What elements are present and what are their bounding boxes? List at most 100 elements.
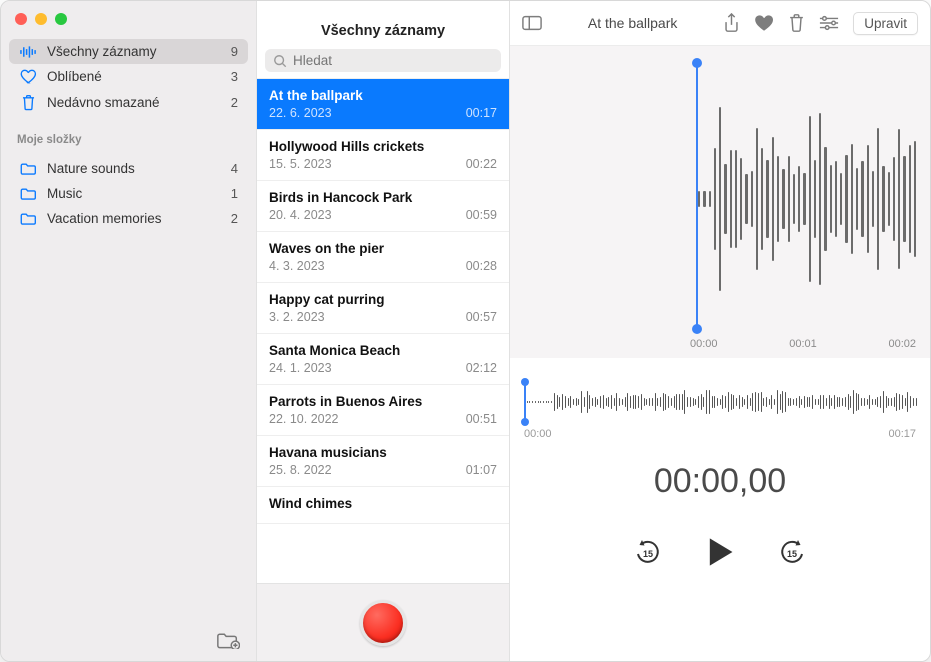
recording-duration: 00:59 (466, 208, 497, 222)
detail-toolbar: At the ballpark Upravit (510, 1, 930, 46)
overview-time-labels: 00:00 00:17 (524, 428, 916, 440)
sidebar-item-label: Všechny záznamy (47, 44, 157, 59)
recording-duration: 00:51 (466, 412, 497, 426)
recording-row[interactable]: Santa Monica Beach 24. 1. 2023 02:12 (257, 334, 509, 385)
folder-icon (19, 187, 37, 201)
ruler-tick: 00:01 (789, 338, 817, 358)
recording-duration: 00:28 (466, 259, 497, 273)
sidebar-item-trash[interactable]: Nedávno smazané 2 (9, 89, 248, 116)
edit-button[interactable]: Upravit (853, 12, 918, 35)
toggle-sidebar-button[interactable] (522, 12, 542, 34)
sidebar-smart-folders: Všechny záznamy 9 Oblíbené 3 Nedávno sma… (1, 33, 256, 122)
recording-row[interactable]: Hollywood Hills crickets 15. 5. 2023 00:… (257, 130, 509, 181)
recording-row[interactable]: At the ballpark 22. 6. 2023 00:17 (257, 78, 509, 130)
recording-duration: 01:07 (466, 463, 497, 477)
recording-title: Havana musicians (269, 445, 497, 460)
detail-pane: At the ballpark Upravit (509, 1, 930, 661)
sidebar-section-header: Moje složky (1, 122, 256, 150)
window-zoom-button[interactable] (55, 13, 67, 25)
waveform-icon (19, 45, 37, 59)
recording-row[interactable]: Wind chimes (257, 487, 509, 524)
recordings-header: Všechny záznamy (257, 1, 509, 49)
recording-row[interactable]: Havana musicians 25. 8. 2022 01:07 (257, 436, 509, 487)
sidebar-folder-item[interactable]: Music 1 (9, 181, 248, 206)
search-field[interactable] (265, 49, 501, 72)
folder-icon (19, 212, 37, 226)
sidebar-item-count: 2 (231, 95, 238, 110)
sidebar-item-count: 1 (231, 186, 238, 201)
overview-end-time: 00:17 (888, 428, 916, 440)
skip-forward-value: 15 (777, 540, 807, 567)
trash-icon (19, 94, 37, 111)
recording-title: Parrots in Buenos Aires (269, 394, 497, 409)
sidebar-item-count: 4 (231, 161, 238, 176)
recording-title: At the ballpark (269, 88, 497, 103)
sidebar-item-label: Vacation memories (47, 211, 162, 226)
detail-title: At the ballpark (554, 15, 711, 31)
window-minimize-button[interactable] (35, 13, 47, 25)
sidebar-item-all[interactable]: Všechny záznamy 9 (9, 39, 248, 64)
recording-duration: 00:57 (466, 310, 497, 324)
search-input[interactable] (293, 53, 493, 68)
recording-title: Birds in Hancock Park (269, 190, 497, 205)
recording-date: 22. 10. 2022 (269, 412, 339, 426)
waveform-overview[interactable] (524, 378, 916, 426)
settings-sliders-button[interactable] (819, 12, 839, 34)
sidebar-item-label: Nedávno smazané (47, 95, 160, 110)
new-folder-button[interactable] (216, 631, 240, 651)
recording-duration: 00:22 (466, 157, 497, 171)
zoom-playhead[interactable] (696, 60, 698, 332)
sidebar-item-count: 3 (231, 69, 238, 84)
recording-duration: 02:12 (466, 361, 497, 375)
recording-title: Waves on the pier (269, 241, 497, 256)
recordings-column: Všechny záznamy At the ballpark 22. 6. 2… (256, 1, 509, 661)
delete-button[interactable] (788, 12, 805, 34)
sidebar-item-count: 9 (231, 44, 238, 59)
sidebar-user-folders: Nature sounds 4 Music 1 Vacation memorie… (1, 150, 256, 237)
recording-date: 22. 6. 2023 (269, 106, 332, 120)
sidebar-item-label: Music (47, 186, 82, 201)
transport-controls: 15 15 (510, 535, 930, 569)
waveform-time-ruler: 00:00 00:01 00:02 (510, 338, 930, 358)
recording-date: 24. 1. 2023 (269, 361, 332, 375)
search-icon (273, 54, 287, 68)
share-button[interactable] (723, 12, 740, 34)
recording-date: 15. 5. 2023 (269, 157, 332, 171)
app-window: Všechny záznamy 9 Oblíbené 3 Nedávno sma… (0, 0, 931, 662)
recording-date: 4. 3. 2023 (269, 259, 325, 273)
playback-timer: 00:00,00 (510, 462, 930, 501)
recordings-list[interactable]: At the ballpark 22. 6. 2023 00:17Hollywo… (257, 78, 509, 583)
window-close-button[interactable] (15, 13, 27, 25)
overview-start-time: 00:00 (524, 428, 552, 440)
recording-title: Wind chimes (269, 496, 497, 511)
skip-back-value: 15 (633, 540, 663, 567)
recording-title: Hollywood Hills crickets (269, 139, 497, 154)
folder-icon (19, 162, 37, 176)
overview-playhead[interactable] (524, 380, 526, 424)
recording-duration: 00:17 (466, 106, 497, 120)
heart-icon (19, 69, 37, 84)
sidebar-folder-item[interactable]: Nature sounds 4 (9, 156, 248, 181)
record-bar (257, 583, 509, 661)
sidebar-folder-item[interactable]: Vacation memories 2 (9, 206, 248, 231)
recording-title: Happy cat purring (269, 292, 497, 307)
window-traffic-lights (1, 1, 256, 33)
record-button[interactable] (360, 600, 406, 646)
recording-date: 20. 4. 2023 (269, 208, 332, 222)
sidebar-item-fav[interactable]: Oblíbené 3 (9, 64, 248, 89)
sidebar-item-label: Oblíbené (47, 69, 102, 84)
sidebar: Všechny záznamy 9 Oblíbené 3 Nedávno sma… (1, 1, 256, 661)
waveform-zoom-area[interactable]: 00:00 00:01 00:02 (510, 46, 930, 358)
skip-forward-15-button[interactable]: 15 (777, 537, 807, 567)
overview-bars (524, 388, 916, 416)
play-button[interactable] (703, 535, 737, 569)
waveform-bars (698, 86, 916, 312)
recording-row[interactable]: Parrots in Buenos Aires 22. 10. 2022 00:… (257, 385, 509, 436)
recording-row[interactable]: Happy cat purring 3. 2. 2023 00:57 (257, 283, 509, 334)
favorite-button[interactable] (754, 12, 774, 34)
recording-date: 25. 8. 2022 (269, 463, 332, 477)
recording-row[interactable]: Birds in Hancock Park 20. 4. 2023 00:59 (257, 181, 509, 232)
skip-back-15-button[interactable]: 15 (633, 537, 663, 567)
recording-date: 3. 2. 2023 (269, 310, 325, 324)
recording-row[interactable]: Waves on the pier 4. 3. 2023 00:28 (257, 232, 509, 283)
